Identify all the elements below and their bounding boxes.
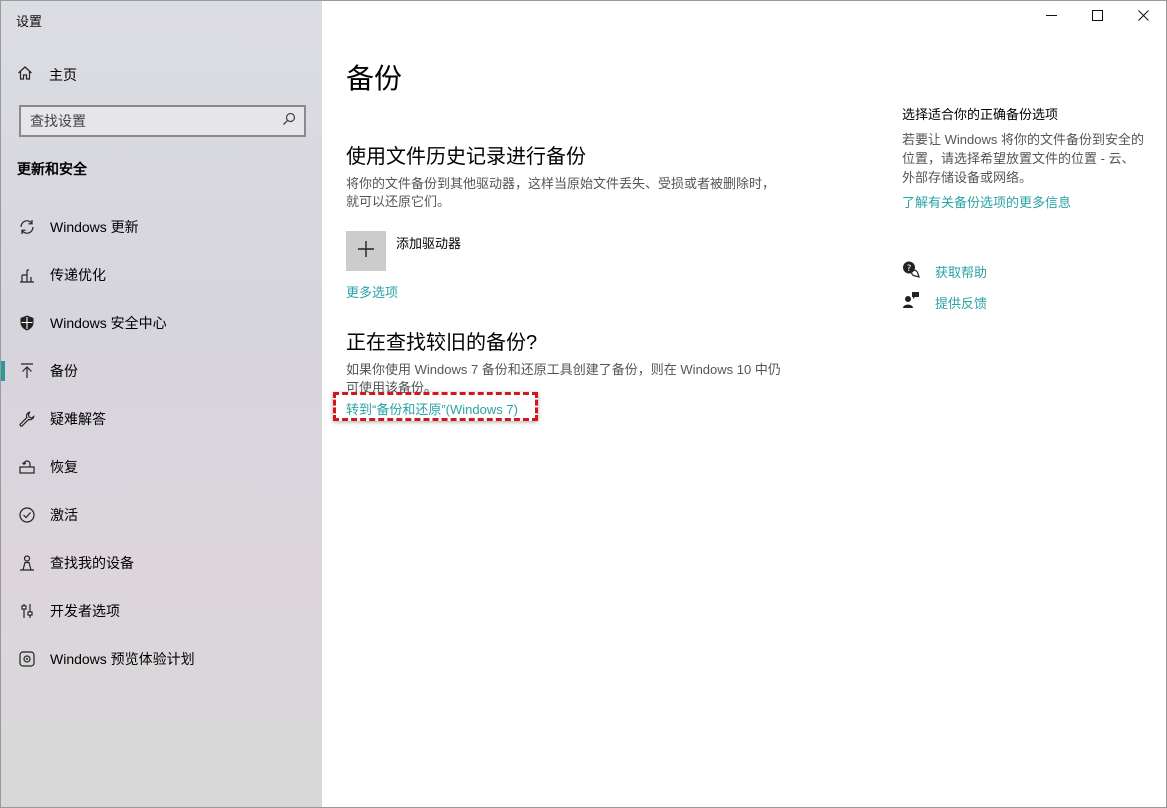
sidebar-item-label: Windows 更新: [50, 219, 139, 235]
home-nav-item[interactable]: 主页: [17, 65, 77, 85]
page-title: 备份: [346, 63, 403, 94]
sidebar-item-label: 查找我的设备: [50, 555, 134, 571]
sidebar-item-activation[interactable]: 激活: [1, 491, 322, 539]
search-input[interactable]: [30, 113, 282, 129]
sidebar-item-windows-update[interactable]: Windows 更新: [1, 203, 322, 251]
sidebar-item-insider-program[interactable]: Windows 预览体验计划: [1, 635, 322, 683]
right-panel-title: 选择适合你的正确备份选项: [902, 107, 1059, 122]
sidebar-item-label: 恢复: [50, 459, 78, 475]
older-backup-heading: 正在查找较旧的备份?: [346, 332, 538, 354]
sidebar-item-security-center[interactable]: Windows 安全中心: [1, 299, 322, 347]
minimize-button[interactable]: [1028, 1, 1074, 33]
close-icon: [1137, 8, 1149, 26]
app-title: 设置: [16, 14, 43, 29]
add-drive-label: 添加驱动器: [396, 236, 462, 251]
insider-icon: [18, 650, 36, 668]
person-location-icon: [18, 554, 36, 572]
sidebar-item-label: 传递优化: [50, 267, 106, 283]
sidebar-item-find-my-device[interactable]: 查找我的设备: [1, 539, 322, 587]
maximize-icon: [1091, 8, 1103, 26]
sidebar-item-backup[interactable]: 备份: [1, 347, 322, 395]
check-circle-icon: [18, 506, 36, 524]
file-history-heading: 使用文件历史记录进行备份: [346, 146, 586, 168]
search-icon[interactable]: [282, 112, 296, 131]
learn-more-link[interactable]: 了解有关备份选项的更多信息: [902, 192, 1071, 211]
close-button[interactable]: [1120, 1, 1166, 33]
get-help-label: 获取帮助: [935, 265, 988, 280]
window-controls: [1028, 1, 1166, 33]
sidebar-item-troubleshoot[interactable]: 疑难解答: [1, 395, 322, 443]
add-drive-tile[interactable]: [346, 231, 386, 271]
give-feedback-link[interactable]: 提供反馈: [902, 291, 987, 314]
help-chat-icon: ?: [902, 260, 920, 283]
more-options-link[interactable]: 更多选项: [346, 282, 398, 301]
svg-text:?: ?: [907, 264, 912, 274]
wrench-icon: [18, 410, 36, 428]
sidebar-item-delivery-optimization[interactable]: 传递优化: [1, 251, 322, 299]
sidebar-item-label: 激活: [50, 507, 78, 523]
refresh-icon: [18, 218, 36, 236]
main-content: 备份 使用文件历史记录进行备份 将你的文件备份到其他驱动器，这样当原始文件丢失、…: [322, 1, 1166, 807]
plus-icon: [357, 240, 375, 263]
sidebar-item-label: Windows 预览体验计划: [50, 651, 195, 667]
developer-sliders-icon: [18, 602, 36, 620]
file-history-description: 将你的文件备份到其他驱动器，这样当原始文件丢失、受损或者被删除时，就可以还原它们…: [346, 176, 776, 209]
sidebar-item-label: 开发者选项: [50, 603, 120, 619]
sidebar-item-label: 备份: [50, 363, 78, 379]
get-help-link[interactable]: ? 获取帮助: [902, 260, 987, 283]
add-drive-button[interactable]: 添加驱动器: [346, 231, 461, 271]
sidebar-item-label: Windows 安全中心: [50, 315, 167, 331]
recovery-icon: [18, 458, 36, 476]
sidebar-item-recovery[interactable]: 恢复: [1, 443, 322, 491]
sidebar: 设置 主页 更新和安全 Windows 更新: [1, 1, 322, 807]
highlight-annotation: [333, 392, 538, 421]
home-icon: [17, 65, 33, 86]
nav-list: Windows 更新 传递优化 Windows 安全中心 备份 疑难解答 恢复 …: [1, 203, 322, 683]
maximize-button[interactable]: [1074, 1, 1120, 33]
delivery-optimization-icon: [18, 266, 36, 284]
search-box[interactable]: [19, 105, 306, 137]
backup-arrow-icon: [18, 362, 36, 380]
home-label: 主页: [49, 67, 77, 83]
minimize-icon: [1045, 8, 1057, 26]
feedback-person-icon: [902, 291, 920, 314]
section-title: 更新和安全: [17, 161, 87, 177]
sidebar-item-label: 疑难解答: [50, 411, 106, 427]
give-feedback-label: 提供反馈: [935, 296, 988, 311]
right-panel-description: 若要让 Windows 将你的文件备份到安全的位置，请选择希望放置文件的位置 -…: [902, 132, 1144, 185]
settings-window: 设置 主页 更新和安全 Windows 更新: [0, 0, 1167, 808]
shield-icon: [18, 314, 36, 332]
sidebar-item-developer-options[interactable]: 开发者选项: [1, 587, 322, 635]
